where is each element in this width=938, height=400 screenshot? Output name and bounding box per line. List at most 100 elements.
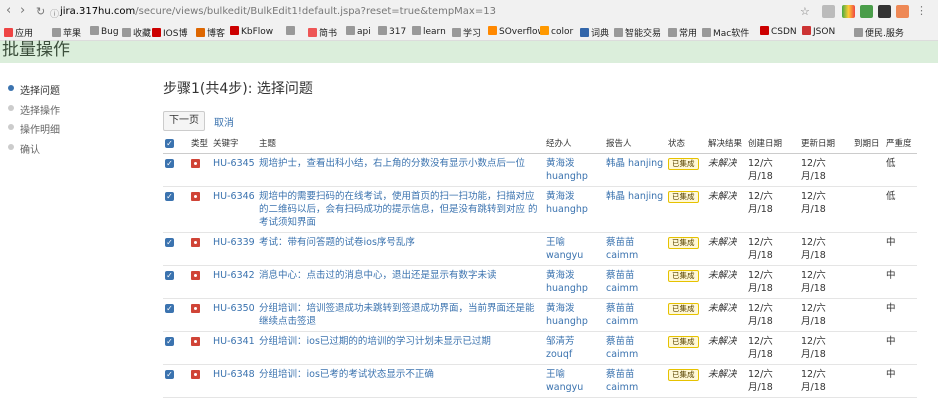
- key-cell: HU-6350: [211, 298, 257, 332]
- extension-icon[interactable]: [860, 5, 873, 18]
- assignee-name[interactable]: 王喻: [546, 236, 602, 249]
- row-checkbox[interactable]: ✓: [165, 159, 174, 168]
- reporter-id[interactable]: caimm: [606, 381, 664, 394]
- issue-key-link[interactable]: HU-6345: [213, 158, 255, 169]
- issue-key-link[interactable]: HU-6339: [213, 237, 255, 248]
- resolution-text: 未解决: [708, 158, 737, 169]
- issue-summary-link[interactable]: 分组培训：培训签退成功未跳转到签退成功界面，当前界面还是能继续点击签退: [259, 303, 535, 327]
- table-row[interactable]: ✓ HU-6345 规培护士，查看出科小结，右上角的分数没有显示小数点后一位 黄海泼 h…: [163, 153, 917, 187]
- reporter-name[interactable]: 蔡苗苗: [606, 335, 664, 348]
- bookmark-item[interactable]: 简书: [308, 26, 337, 39]
- bookmark-item[interactable]: JSON: [802, 26, 835, 37]
- table-row[interactable]: ✓ HU-6339 考试：带有问答题的试卷ios序号乱序 王喻 wangyu 蔡苗苗 cai…: [163, 232, 917, 266]
- assignee-id[interactable]: wangyu: [546, 249, 602, 262]
- issue-summary-link[interactable]: 分组培训：ios已过期的的培训的学习计划未显示已过期: [259, 336, 491, 347]
- reload-icon[interactable]: ↻: [36, 5, 45, 18]
- select-all-checkbox[interactable]: ✓: [165, 139, 174, 148]
- assignee-name[interactable]: 邹清芳: [546, 335, 602, 348]
- bookmark-item[interactable]: KbFlow: [230, 26, 273, 37]
- resolution-cell: 未解决: [706, 331, 746, 365]
- summary-cell: 分组培训：ios已过期的的培训的学习计划未显示已过期: [257, 331, 544, 365]
- resolution-text: 未解决: [708, 191, 737, 202]
- row-checkbox[interactable]: ✓: [165, 238, 174, 247]
- assignee-id[interactable]: huanghp: [546, 282, 602, 295]
- bookmark-item[interactable]: IOS博: [152, 26, 187, 39]
- row-checkbox[interactable]: ✓: [165, 337, 174, 346]
- assignee-name[interactable]: 黄海泼: [546, 190, 602, 203]
- bookmark-item[interactable]: CSDN: [760, 26, 797, 37]
- table-row[interactable]: ✓ HU-6350 分组培训：培训签退成功未跳转到签退成功界面，当前界面还是能继续点…: [163, 298, 917, 332]
- issue-summary-link[interactable]: 消息中心：点击过的消息中心，退出还是显示有数字未读: [259, 270, 497, 281]
- bookmark-item[interactable]: 常用: [668, 26, 697, 39]
- row-checkbox[interactable]: ✓: [165, 370, 174, 379]
- bookmark-item[interactable]: [286, 26, 297, 37]
- row-checkbox[interactable]: ✓: [165, 192, 174, 201]
- bookmark-item[interactable]: 317: [378, 26, 406, 37]
- reporter-name[interactable]: 蔡苗苗: [606, 236, 664, 249]
- assignee-id[interactable]: huanghp: [546, 203, 602, 216]
- reporter-name[interactable]: 蔡苗苗: [606, 302, 664, 315]
- reporter-name[interactable]: 蔡苗苗: [606, 368, 664, 381]
- menu-icon[interactable]: ⋮: [916, 4, 927, 17]
- issue-key-link[interactable]: HU-6348: [213, 369, 255, 380]
- table-row[interactable]: ✓ HU-6341 分组培训：ios已过期的的培训的学习计划未显示已过期 邹清芳 zou…: [163, 331, 917, 365]
- assignee-name[interactable]: 黄海泼: [546, 269, 602, 282]
- bookmark-item[interactable]: color: [540, 26, 573, 37]
- reporter-name[interactable]: 韩晶 hanjing: [606, 157, 664, 170]
- reporter-id[interactable]: caimm: [606, 315, 664, 328]
- back-icon[interactable]: ‹: [6, 3, 11, 18]
- next-button[interactable]: 下一页: [163, 111, 205, 131]
- issue-key-link[interactable]: HU-6342: [213, 270, 255, 281]
- bookmark-item[interactable]: Mac软件: [702, 26, 749, 39]
- assignee-id[interactable]: zouqf: [546, 348, 602, 361]
- assignee-id[interactable]: huanghp: [546, 315, 602, 328]
- extension-icon[interactable]: [896, 5, 909, 18]
- assignee-name[interactable]: 王喻: [546, 368, 602, 381]
- reporter-name[interactable]: 韩晶 hanjing: [606, 190, 664, 203]
- assignee-id[interactable]: huanghp: [546, 170, 602, 183]
- star-icon[interactable]: ☆: [800, 5, 810, 18]
- reporter-id[interactable]: caimm: [606, 348, 664, 361]
- reporter-name[interactable]: 蔡苗苗: [606, 269, 664, 282]
- bookmark-item[interactable]: 学习: [452, 26, 481, 39]
- key-cell: HU-6346: [211, 186, 257, 233]
- updated-cell: 12/六月/18: [799, 186, 852, 233]
- resolution-cell: 未解决: [706, 153, 746, 187]
- table-row[interactable]: ✓ HU-6346 规培中的需要扫码的在线考试，使用首页的扫一扫功能，扫描对应的二维…: [163, 186, 917, 233]
- issue-summary-link[interactable]: 规培护士，查看出科小结，右上角的分数没有显示小数点后一位: [259, 158, 525, 169]
- table-row[interactable]: ✓ HU-6348 分组培训：ios已考的考试状态显示不正确 王喻 wangyu 蔡苗苗 c…: [163, 364, 917, 398]
- reporter-id[interactable]: caimm: [606, 282, 664, 295]
- extension-icon[interactable]: [822, 5, 835, 18]
- issue-summary-link[interactable]: 分组培训：ios已考的考试状态显示不正确: [259, 369, 434, 380]
- issue-summary-link[interactable]: 考试：带有问答题的试卷ios序号乱序: [259, 237, 415, 248]
- assignee-name[interactable]: 黄海泼: [546, 157, 602, 170]
- forward-icon[interactable]: ›: [20, 3, 25, 18]
- bookmark-item[interactable]: 收藏: [122, 26, 151, 39]
- assignee-id[interactable]: wangyu: [546, 381, 602, 394]
- bookmark-item[interactable]: 智能交易: [614, 26, 661, 39]
- extension-icon[interactable]: [878, 5, 891, 18]
- page-info-icon[interactable]: ⓘ: [50, 7, 59, 20]
- extension-icon[interactable]: [842, 5, 855, 18]
- address-bar[interactable]: jira.317hu.com/secure/views/bulkedit/Bul…: [60, 6, 496, 17]
- assignee-name[interactable]: 黄海泼: [546, 302, 602, 315]
- bookmark-item[interactable]: 词典: [580, 26, 609, 39]
- bookmark-item[interactable]: 便民.服务: [854, 26, 904, 39]
- table-header-row: ✓ 类型 关键字 主题 经办人 报告人 状态 解决结果 创建日期 更新日期 到期日 严重度: [163, 133, 917, 154]
- bookmark-item[interactable]: api: [346, 26, 371, 37]
- row-checkbox[interactable]: ✓: [165, 271, 174, 280]
- issue-key-link[interactable]: HU-6350: [213, 303, 255, 314]
- row-checkbox[interactable]: ✓: [165, 304, 174, 313]
- created-cell: 12/六月/18: [746, 364, 799, 398]
- issue-key-link[interactable]: HU-6346: [213, 191, 255, 202]
- updated-date: 12/六月/18: [801, 303, 826, 327]
- bookmark-item[interactable]: learn: [412, 26, 446, 37]
- table-row[interactable]: ✓ HU-6342 消息中心：点击过的消息中心，退出还是显示有数字未读 黄海泼 huan…: [163, 265, 917, 299]
- bookmark-item[interactable]: 博客: [196, 26, 225, 39]
- cancel-link[interactable]: 取消: [214, 114, 234, 129]
- reporter-id[interactable]: caimm: [606, 249, 664, 262]
- bookmark-item[interactable]: Bug: [90, 26, 119, 37]
- issue-summary-link[interactable]: 规培中的需要扫码的在线考试，使用首页的扫一扫功能，扫描对应的二维码以后，会有扫码…: [259, 191, 538, 228]
- bookmark-item[interactable]: SOverflow: [488, 26, 545, 37]
- issue-key-link[interactable]: HU-6341: [213, 336, 255, 347]
